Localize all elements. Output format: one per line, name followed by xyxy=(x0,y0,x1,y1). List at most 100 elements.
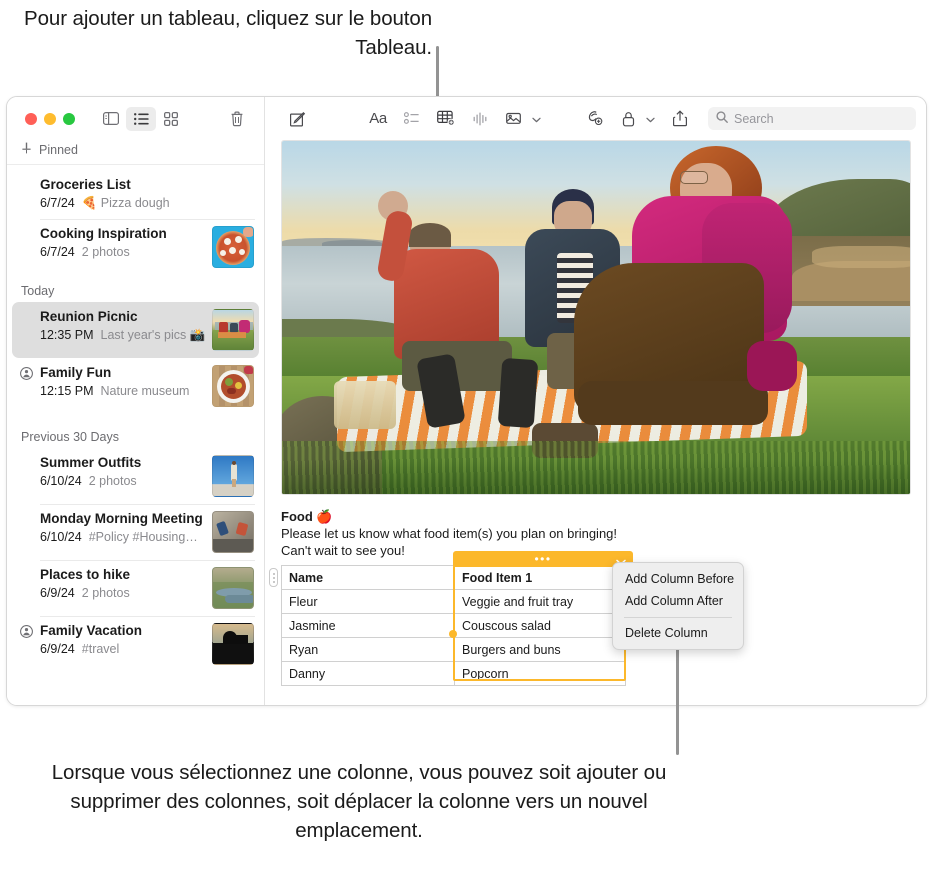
note-text: Family Vacation 6/9/24 #travel xyxy=(40,622,206,658)
note-snippet: 🍕 Pizza dough xyxy=(81,196,170,210)
note-list-item-reunion-picnic[interactable]: Reunion Picnic 12:35 PM Last year's pics… xyxy=(12,302,259,358)
row-drag-handle[interactable] xyxy=(269,568,278,587)
lock-icon[interactable] xyxy=(611,106,645,132)
note-meta: 6/7/24 🍕 Pizza dough xyxy=(40,194,254,212)
menu-item-add-column-after[interactable]: Add Column After xyxy=(613,590,743,612)
markup-icon[interactable] xyxy=(577,106,611,132)
menu-item-delete-column[interactable]: Delete Column xyxy=(613,622,743,644)
note-snippet: Nature museum xyxy=(100,384,190,398)
note-list-item-family-fun[interactable]: Family Fun 12:15 PM Nature museum xyxy=(12,358,259,414)
note-list-item-places-to-hike[interactable]: Places to hike 6/9/24 2 photos xyxy=(12,560,259,616)
notes-list[interactable]: Groceries List 6/7/24 🍕 Pizza dough Cook… xyxy=(7,165,264,705)
note-list-item-groceries[interactable]: Groceries List 6/7/24 🍕 Pizza dough xyxy=(12,170,259,219)
note-date: 6/9/24 xyxy=(40,642,75,656)
table-header-name[interactable]: Name xyxy=(281,565,455,590)
window-controls[interactable] xyxy=(25,112,75,125)
note-heading: Food 🍎 xyxy=(281,509,333,524)
note-thumbnail xyxy=(212,226,254,268)
note-gutter xyxy=(12,622,40,638)
table-cell-name[interactable]: Fleur xyxy=(281,589,455,614)
table-cell-food[interactable]: Popcorn xyxy=(454,661,626,686)
note-toolbar: Aa Search xyxy=(265,97,926,140)
table-cell-name[interactable]: Ryan xyxy=(281,637,455,662)
media-icon[interactable] xyxy=(497,106,531,132)
note-text: Reunion Picnic 12:35 PM Last year's pics… xyxy=(40,308,206,344)
note-date: 6/9/24 xyxy=(40,586,75,600)
search-icon xyxy=(716,111,728,126)
group-label-previous-30-days: Previous 30 Days xyxy=(21,430,119,444)
note-meta: 6/7/24 2 photos xyxy=(40,243,206,261)
table-row[interactable]: Fleur Veggie and fruit tray xyxy=(281,589,626,614)
note-table-wrapper: ••• Name Food Item 1 Fleur Veggie and fr… xyxy=(269,551,633,686)
table-cell-food[interactable]: Couscous salad xyxy=(454,613,626,638)
note-date: 6/7/24 xyxy=(40,196,75,210)
note-list-item-summer-outfits[interactable]: Summer Outfits 6/10/24 2 photos xyxy=(12,448,259,504)
note-list-item-family-vacation[interactable]: Family Vacation 6/9/24 #travel xyxy=(12,616,259,672)
list-view-icon[interactable] xyxy=(126,106,156,131)
note-meta: 6/9/24 #travel xyxy=(40,640,206,658)
note-list-item-cooking-inspiration[interactable]: Cooking Inspiration 6/7/24 2 photos xyxy=(12,219,259,275)
note-gutter xyxy=(12,176,40,179)
pin-icon xyxy=(21,141,32,159)
table-row[interactable]: Danny Popcorn xyxy=(281,661,626,686)
chevron-down-icon-lock[interactable] xyxy=(646,110,655,128)
note-meta: 6/10/24 #Policy #Housing… xyxy=(40,528,206,546)
note-gutter xyxy=(12,566,40,569)
note-content[interactable]: Food 🍎 Please let us know what food item… xyxy=(265,140,926,705)
note-title: Family Vacation xyxy=(40,623,143,638)
note-gutter xyxy=(12,454,40,457)
callout-caption-bottom: Lorsque vous sélectionnez une colonne, v… xyxy=(51,761,667,842)
table-row[interactable]: Ryan Burgers and buns xyxy=(281,637,626,662)
checklist-icon[interactable] xyxy=(395,106,429,132)
note-thumbnail xyxy=(212,623,254,665)
trash-icon[interactable] xyxy=(222,107,252,131)
close-button[interactable] xyxy=(25,112,37,125)
column-context-menu[interactable]: Add Column Before Add Column After Delet… xyxy=(612,562,744,650)
food-table[interactable]: Name Food Item 1 Fleur Veggie and fruit … xyxy=(281,565,626,686)
note-date: 12:35 PM xyxy=(40,328,94,342)
note-line-1: Please let us know what food item(s) you… xyxy=(281,526,618,541)
callout-caption-top: Pour ajouter un tableau, cliquez sur le … xyxy=(24,7,432,59)
shared-person-icon xyxy=(19,625,33,638)
minimize-button[interactable] xyxy=(44,112,56,125)
note-date: 6/7/24 xyxy=(40,245,75,259)
format-Aa-icon[interactable]: Aa xyxy=(361,106,395,132)
table-cell-food[interactable]: Burgers and buns xyxy=(454,637,626,662)
table-icon[interactable] xyxy=(429,106,463,132)
column-selection-bar[interactable]: ••• xyxy=(453,551,633,566)
note-thumbnail xyxy=(212,567,254,609)
note-meta: 12:35 PM Last year's pics 📸 xyxy=(40,326,206,344)
note-thumbnail xyxy=(212,309,254,351)
search-placeholder: Search xyxy=(734,111,774,126)
search-input[interactable]: Search xyxy=(708,107,916,130)
note-list-item-monday-morning-meeting[interactable]: Monday Morning Meeting 6/10/24 #Policy #… xyxy=(12,504,259,560)
note-snippet: #travel xyxy=(81,642,120,656)
note-text: Summer Outfits 6/10/24 2 photos xyxy=(40,454,206,490)
note-title: Cooking Inspiration xyxy=(40,226,167,241)
column-drag-dots-icon: ••• xyxy=(534,551,552,566)
notes-list-pane: Pinned Groceries List 6/7/24 🍕 Pizza dou… xyxy=(7,97,265,705)
menu-item-add-column-before[interactable]: Add Column Before xyxy=(613,568,743,590)
note-gutter xyxy=(12,364,40,380)
note-gutter xyxy=(12,225,40,228)
note-thumbnail xyxy=(212,365,254,407)
note-meta: 12:15 PM Nature museum xyxy=(40,382,206,400)
table-cell-name[interactable]: Danny xyxy=(281,661,455,686)
chevron-down-icon[interactable] xyxy=(532,110,541,128)
note-thumbnail xyxy=(212,511,254,553)
table-cell-food[interactable]: Veggie and fruit tray xyxy=(454,589,626,614)
share-icon[interactable] xyxy=(663,106,697,132)
gallery-view-icon[interactable] xyxy=(156,107,186,131)
compose-icon[interactable] xyxy=(281,106,315,132)
note-text: Places to hike 6/9/24 2 photos xyxy=(40,566,206,602)
note-meta: 6/9/24 2 photos xyxy=(40,584,206,602)
note-thumbnail xyxy=(212,455,254,497)
sidebar-toggle-icon[interactable] xyxy=(96,107,126,131)
note-snippet: Last year's pics 📸 xyxy=(100,328,206,342)
note-detail-pane: Aa Search Food 🍎 Please let us know what… xyxy=(265,97,926,705)
table-cell-name[interactable]: Jasmine xyxy=(281,613,455,638)
zoom-button[interactable] xyxy=(63,112,75,125)
selected-column-handle-dot[interactable] xyxy=(449,630,457,638)
table-header-food-item-1[interactable]: Food Item 1 xyxy=(454,565,626,590)
audio-waveform-icon[interactable] xyxy=(463,106,497,132)
